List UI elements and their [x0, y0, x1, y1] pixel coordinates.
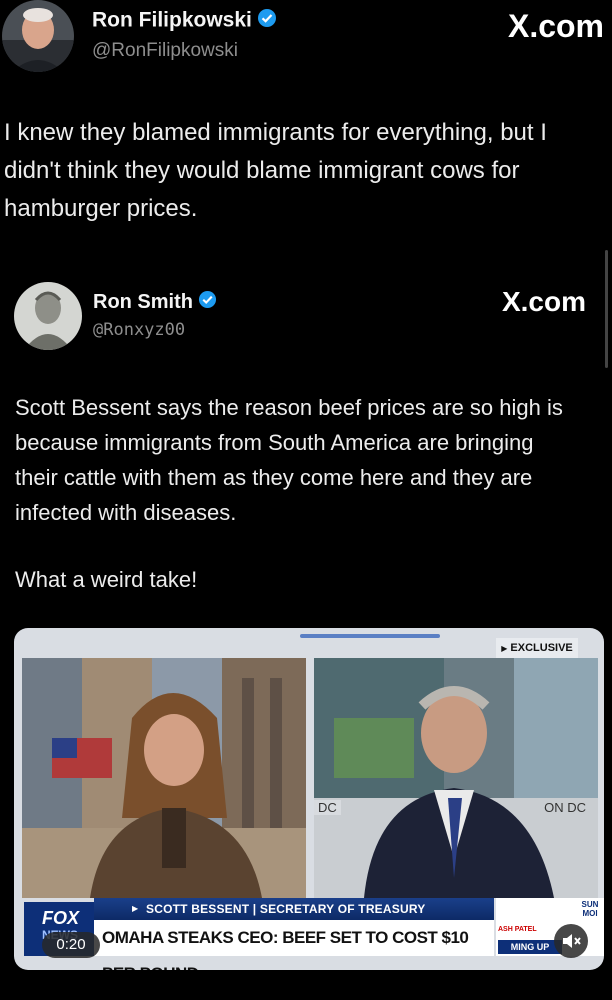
- exclusive-label: EXCLUSIVE: [510, 642, 573, 654]
- verified-badge-icon: [257, 8, 277, 34]
- author-name[interactable]: Ron Filipkowski: [92, 8, 277, 34]
- chyron-headline: OMAHA STEAKS CEO: BEEF SET TO COST $10 P…: [94, 920, 494, 970]
- scrollbar[interactable]: [605, 250, 608, 368]
- play-icon: ▶: [501, 644, 508, 653]
- quoted-post-text: Scott Bessent says the reason beef price…: [15, 395, 563, 525]
- video-right-panel: ON DC: [314, 658, 598, 898]
- video-left-panel: [22, 658, 306, 898]
- quoted-author-handle[interactable]: @Ronxyz00: [93, 320, 185, 340]
- quoted-site-label: X.com: [501, 286, 586, 317]
- mute-button[interactable]: [554, 924, 588, 958]
- dc-right-label: ON DC: [544, 800, 586, 815]
- verified-badge-icon: [198, 290, 217, 315]
- video-timer: 0:20: [42, 932, 100, 958]
- network-label: FOX: [42, 908, 80, 928]
- ticker-bottom: MING UP: [498, 940, 562, 954]
- play-icon: ▶: [132, 904, 139, 913]
- lower-third: FOX NEWS ▶ SCOTT BESSENT | SECRETARY OF …: [14, 898, 604, 970]
- chyron-name: ▶ SCOTT BESSENT | SECRETARY OF TREASURY: [94, 898, 494, 920]
- exclusive-tag: ▶ EXCLUSIVE: [496, 638, 578, 658]
- quoted-post-text-2: What a weird take!: [15, 567, 198, 592]
- site-label: X.com: [507, 8, 604, 44]
- video-player[interactable]: ON DC DC ▶ EXCLUSIVE FOX NEWS ▶ SCOTT BE…: [14, 628, 604, 970]
- quoted-author-name-text[interactable]: Ron Smith: [93, 291, 193, 313]
- ticker-right: SUN MOI: [581, 900, 599, 918]
- quoted-author-avatar[interactable]: [14, 282, 82, 350]
- author-name-text[interactable]: Ron Filipkowski: [92, 9, 252, 32]
- video-top-bar: [300, 634, 440, 638]
- author-avatar[interactable]: [2, 0, 74, 72]
- mute-icon: [563, 934, 581, 948]
- dc-left-label: DC: [314, 800, 341, 815]
- quoted-author-name[interactable]: Ron Smith: [93, 290, 217, 315]
- author-handle[interactable]: @RonFilipkowski: [92, 40, 238, 62]
- post-text: I knew they blamed immigrants for everyt…: [4, 119, 547, 222]
- ticker-name: ASH PATEL: [498, 926, 537, 933]
- chyron-name-text: SCOTT BESSENT | SECRETARY OF TREASURY: [146, 902, 426, 916]
